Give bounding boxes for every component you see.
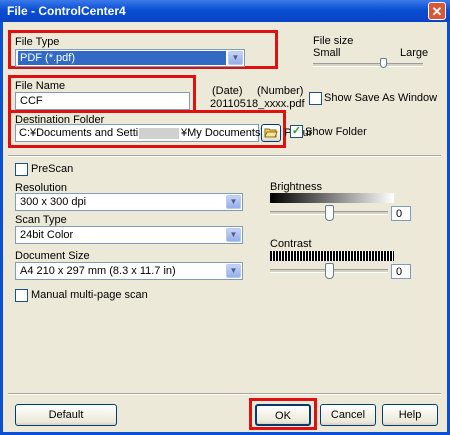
cancel-button[interactable]: Cancel: [320, 404, 376, 426]
redacted-username: [139, 128, 179, 139]
contrast-slider[interactable]: [270, 263, 388, 281]
separator-bottom: [8, 393, 441, 395]
destination-path-input[interactable]: C:¥Documents and Settings¥ ¥My Documents…: [15, 124, 312, 142]
file-size-slider[interactable]: [313, 58, 423, 74]
file-size-label: File size: [313, 35, 354, 47]
file-name-input[interactable]: CCF: [15, 92, 190, 110]
close-icon[interactable]: ✕: [428, 2, 446, 20]
file-size-large-label: Large: [400, 47, 429, 59]
contrast-thumb[interactable]: [325, 263, 334, 279]
scan-type-label: Scan Type: [15, 214, 67, 226]
number-label: (Number): [257, 85, 304, 97]
document-size-label: Document Size: [15, 250, 90, 262]
file-size-thumb[interactable]: [380, 58, 387, 68]
contrast-label: Contrast: [270, 238, 312, 250]
chevron-down-icon[interactable]: ▼: [226, 264, 241, 278]
contrast-value: 0: [396, 266, 403, 278]
browse-folder-button[interactable]: [261, 124, 281, 142]
show-save-as-label: Show Save As Window: [324, 92, 438, 104]
scan-type-select[interactable]: 24bit Color ▼: [15, 226, 243, 244]
prescan-label: PreScan: [31, 163, 74, 175]
chevron-down-icon[interactable]: ▼: [228, 51, 243, 65]
document-size-select[interactable]: A4 210 x 297 mm (8.3 x 11.7 in) ▼: [15, 262, 243, 280]
brightness-slider[interactable]: [270, 205, 388, 223]
file-name-label: File Name: [15, 80, 66, 92]
show-folder-checkbox[interactable]: ✓: [290, 125, 303, 138]
check-mark-icon: ✓: [291, 125, 302, 137]
chevron-down-icon[interactable]: ▼: [226, 228, 241, 242]
file-type-select[interactable]: PDF (*.pdf) ▼: [15, 49, 245, 67]
prescan-checkbox[interactable]: [15, 163, 28, 176]
brightness-value: 0: [396, 208, 403, 220]
manual-multipage-checkbox[interactable]: [15, 289, 28, 302]
manual-multipage-label: Manual multi-page scan: [31, 289, 148, 301]
folder-open-icon: [264, 128, 278, 138]
help-button[interactable]: Help: [382, 404, 438, 426]
scan-type-value: 24bit Color: [20, 229, 74, 241]
brightness-thumb[interactable]: [325, 205, 334, 221]
document-size-value: A4 210 x 297 mm (8.3 x 11.7 in): [20, 265, 176, 277]
file-size-track: [313, 63, 423, 67]
file-type-label: File Type: [15, 36, 60, 48]
file-name-value: CCF: [20, 95, 43, 107]
contrast-value-input[interactable]: 0: [391, 264, 411, 279]
default-button[interactable]: Default: [15, 404, 117, 426]
separator-top: [8, 155, 441, 157]
resolution-value: 300 x 300 dpi: [20, 196, 87, 208]
file-type-value: PDF (*.pdf): [18, 51, 226, 65]
filename-preview: 20110518_xxxx.pdf: [210, 98, 305, 110]
brightness-gradient: [270, 193, 394, 203]
contrast-pattern: [270, 251, 394, 261]
resolution-select[interactable]: 300 x 300 dpi ▼: [15, 193, 243, 211]
brightness-value-input[interactable]: 0: [391, 206, 411, 221]
file-size-small-label: Small: [313, 47, 341, 59]
chevron-down-icon[interactable]: ▼: [226, 195, 241, 209]
show-save-as-checkbox[interactable]: [309, 92, 322, 105]
ok-button[interactable]: OK: [255, 404, 311, 426]
date-label: (Date): [212, 85, 243, 97]
title-bar[interactable]: File - ControlCenter4 ✕: [0, 0, 450, 22]
window-title: File - ControlCenter4: [7, 4, 126, 18]
show-folder-label: Show Folder: [305, 126, 367, 138]
brightness-label: Brightness: [270, 181, 322, 193]
